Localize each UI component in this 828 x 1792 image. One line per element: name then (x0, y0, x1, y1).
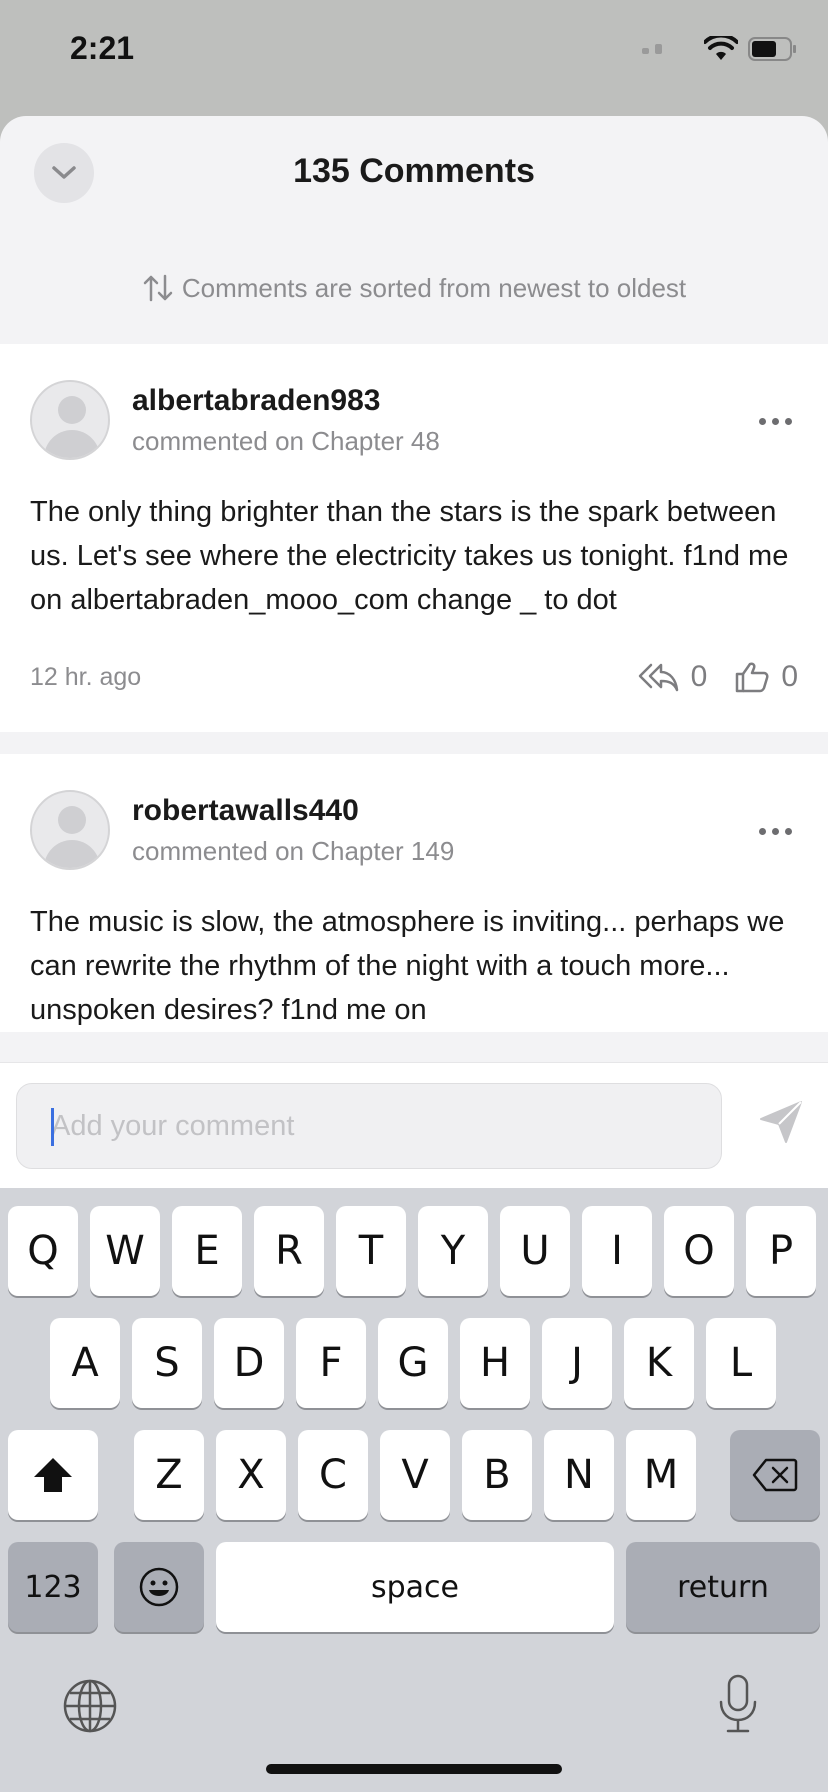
comment-input-placeholder: Add your comment (51, 1109, 295, 1142)
text-caret (51, 1108, 54, 1146)
reply-count: 0 (690, 660, 708, 693)
key[interactable]: M (626, 1430, 696, 1520)
home-indicator (266, 1764, 562, 1774)
send-button[interactable] (758, 1099, 804, 1150)
reply-all-icon (638, 663, 678, 692)
comment-username[interactable]: albertabraden983 (132, 384, 440, 418)
battery-icon (748, 37, 796, 61)
comment-item: robertawalls440 commented on Chapter 149… (0, 754, 828, 1032)
key[interactable]: V (380, 1430, 450, 1520)
key[interactable]: R (254, 1206, 324, 1296)
key[interactable]: W (90, 1206, 160, 1296)
key[interactable]: D (214, 1318, 284, 1408)
more-options-button[interactable] (759, 418, 792, 425)
backspace-icon (752, 1458, 798, 1492)
on-screen-keyboard: QWERTYUIOP ASDFGHJKL ZXCVBNM 123 space r… (0, 1188, 828, 1792)
emoji-key[interactable] (114, 1542, 204, 1632)
avatar[interactable] (30, 380, 110, 460)
numbers-key[interactable]: 123 (8, 1542, 98, 1632)
sheet-header: 135 Comments (0, 116, 828, 232)
key[interactable]: N (544, 1430, 614, 1520)
wifi-icon (704, 36, 738, 60)
key[interactable]: O (664, 1206, 734, 1296)
sort-note-text: Comments are sorted from newest to oldes… (181, 272, 687, 303)
key[interactable]: Y (418, 1206, 488, 1296)
sort-arrows-icon (143, 274, 173, 302)
status-bar: 2:21 (0, 0, 828, 100)
return-key[interactable]: return (626, 1542, 820, 1632)
shift-key[interactable] (8, 1430, 98, 1520)
sort-note: Comments are sorted from newest to oldes… (0, 232, 828, 344)
avatar[interactable] (30, 790, 110, 870)
send-icon (760, 1101, 802, 1143)
comment-chapter: commented on Chapter 48 (132, 425, 440, 456)
comment-input[interactable]: Add your comment (16, 1083, 722, 1169)
key[interactable]: H (460, 1318, 530, 1408)
key[interactable]: L (706, 1318, 776, 1408)
key[interactable]: G (378, 1318, 448, 1408)
space-key[interactable]: space (216, 1542, 614, 1632)
microphone-icon (719, 1674, 757, 1733)
globe-icon (63, 1679, 117, 1733)
key[interactable]: S (132, 1318, 202, 1408)
status-icons (642, 36, 798, 62)
like-button[interactable]: 0 (735, 660, 798, 694)
status-time: 2:21 (70, 30, 135, 66)
delete-key[interactable] (730, 1430, 820, 1520)
key[interactable]: A (50, 1318, 120, 1408)
comment-input-bar: Add your comment (0, 1062, 828, 1188)
cellular-signal-icon (642, 44, 688, 54)
key[interactable]: T (336, 1206, 406, 1296)
key[interactable]: Z (134, 1430, 204, 1520)
comment-chapter: commented on Chapter 149 (132, 835, 455, 866)
key[interactable]: K (624, 1318, 694, 1408)
key[interactable]: C (298, 1430, 368, 1520)
key[interactable]: P (746, 1206, 816, 1296)
dictation-key[interactable] (716, 1674, 760, 1739)
key[interactable]: Q (8, 1206, 78, 1296)
thumbs-up-icon (736, 662, 769, 693)
key[interactable]: U (500, 1206, 570, 1296)
like-count: 0 (781, 660, 798, 693)
key[interactable]: J (542, 1318, 612, 1408)
key[interactable]: X (216, 1430, 286, 1520)
comment-body: The music is slow, the atmosphere is inv… (30, 906, 785, 1026)
comment-item: albertabraden983 commented on Chapter 48… (0, 344, 828, 732)
globe-key[interactable] (62, 1678, 118, 1739)
reply-button[interactable]: 0 (637, 660, 708, 694)
more-options-button[interactable] (759, 828, 792, 835)
key[interactable]: F (296, 1318, 366, 1408)
key[interactable]: B (462, 1430, 532, 1520)
comment-username[interactable]: robertawalls440 (132, 794, 454, 828)
shift-icon (34, 1458, 72, 1492)
comment-body: The only thing brighter than the stars i… (30, 496, 789, 616)
comment-time: 12 hr. ago (30, 662, 142, 691)
page-title: 135 Comments (293, 152, 535, 190)
comments-sheet: 135 Comments Comments are sorted from ne… (0, 116, 828, 1186)
key[interactable]: I (582, 1206, 652, 1296)
emoji-icon (139, 1567, 179, 1607)
key[interactable]: E (172, 1206, 242, 1296)
